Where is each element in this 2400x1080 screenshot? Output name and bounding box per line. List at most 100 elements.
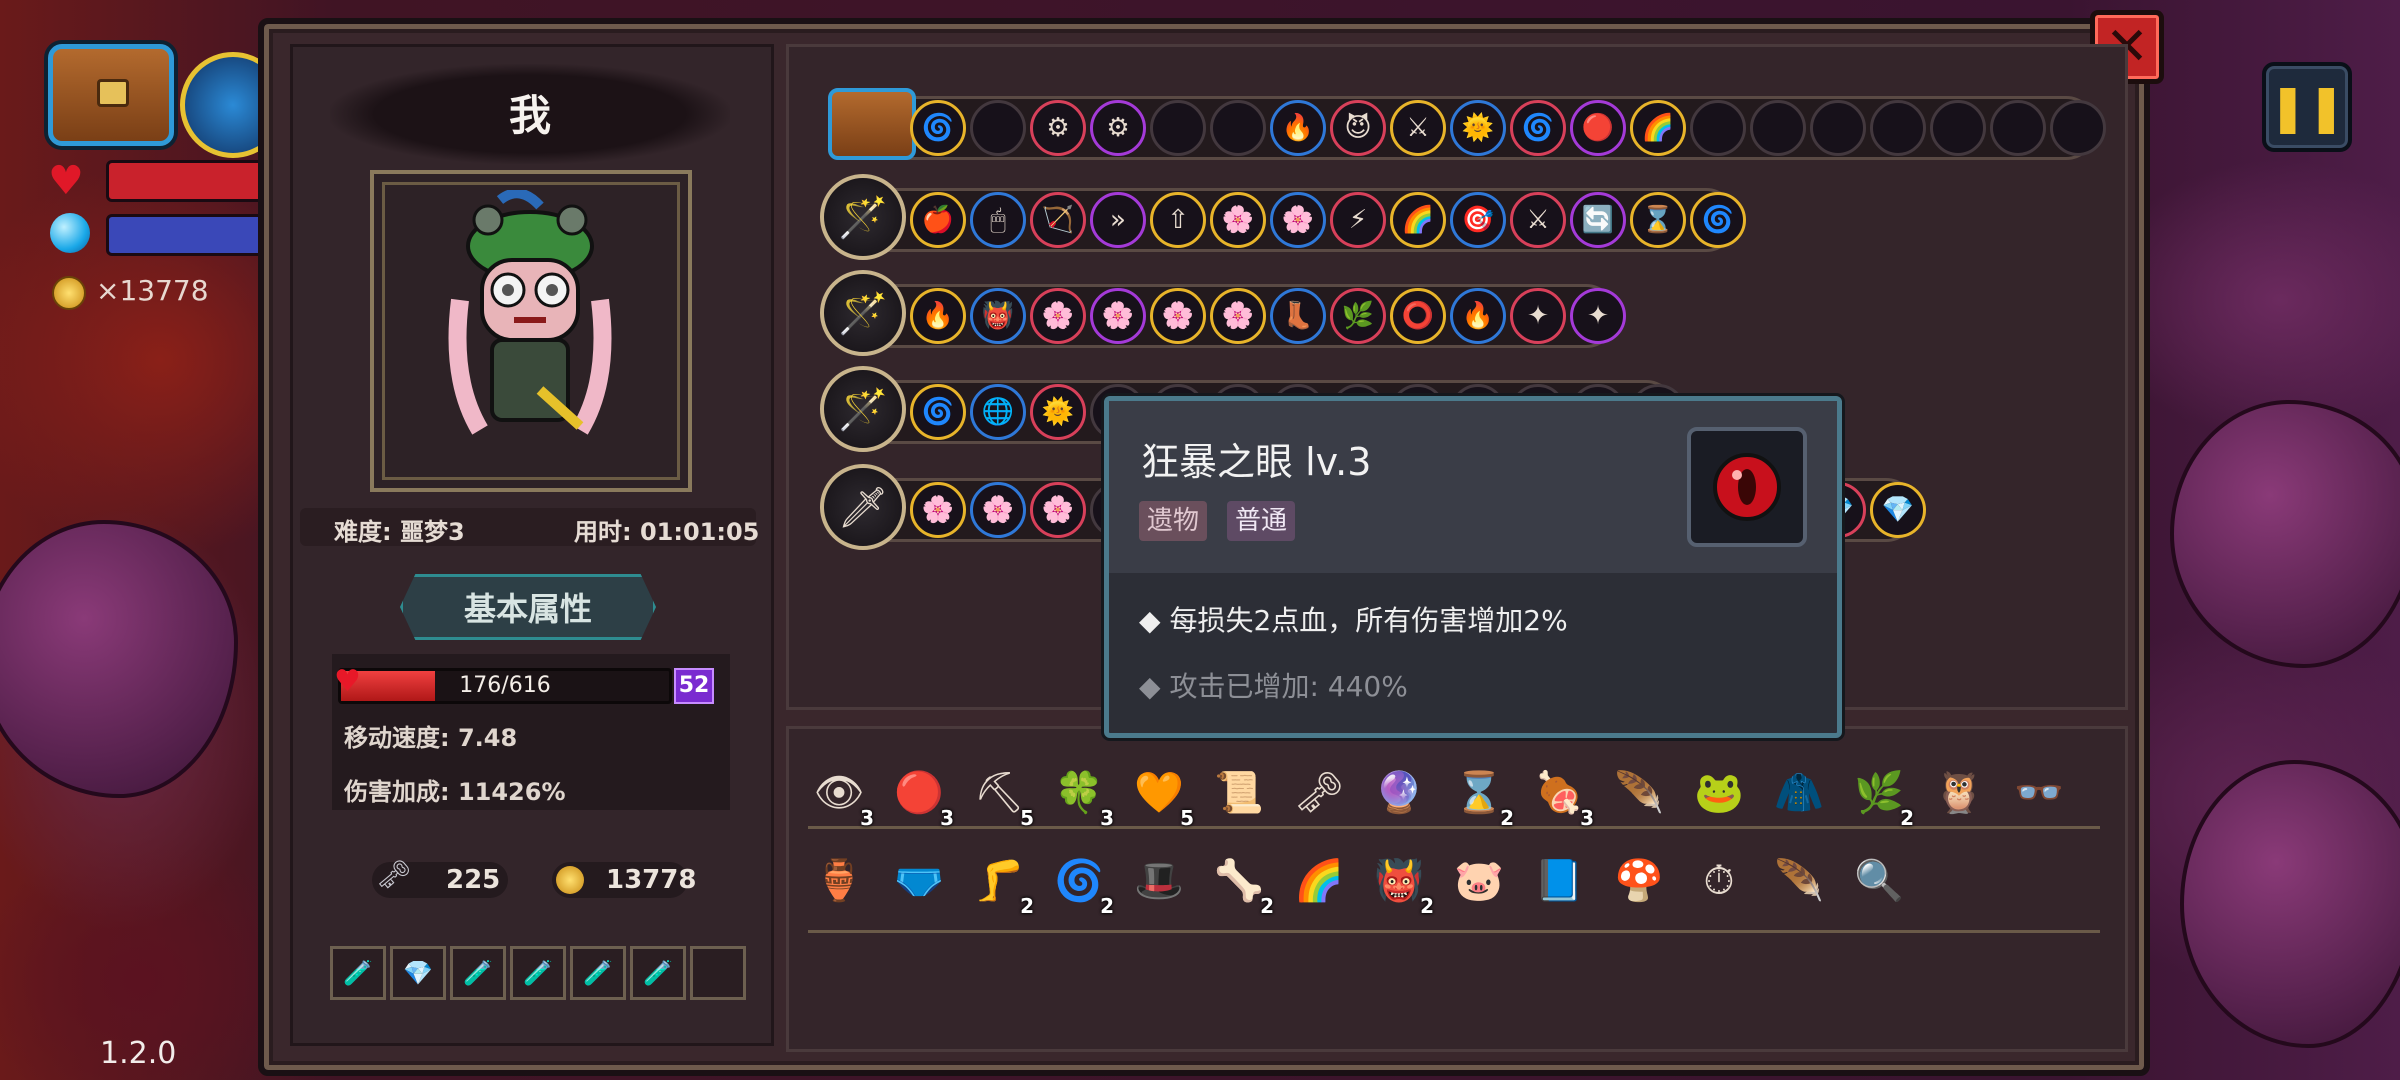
upgrade-slot[interactable]: 🌀 [910,100,966,156]
relic-icon: 🌈 [1294,858,1344,904]
relic-item[interactable]: 🪶 [1608,762,1670,824]
relic-item[interactable]: 📘 [1528,850,1590,912]
relic-item[interactable]: 🧥 [1768,762,1830,824]
relic-item[interactable]: 🌀 2 [1048,850,1114,916]
upgrade-slot[interactable]: 🌸 [1210,192,1266,248]
upgrade-slot[interactable]: 🌸 [970,482,1026,538]
empty-slot[interactable] [1150,100,1206,156]
empty-slot[interactable] [1690,100,1746,156]
empty-slot[interactable] [1870,100,1926,156]
relic-item[interactable]: 🩲 [888,850,950,912]
potion-slot[interactable]: 🧪 [450,946,506,1000]
relic-item[interactable]: 🔍 [1848,850,1910,912]
relic-item[interactable]: 👓 [2008,762,2070,824]
upgrade-slot[interactable]: 🔄 [1570,192,1626,248]
upgrade-slot[interactable]: 🌸 [1090,288,1146,344]
relic-item[interactable]: ⛏ 5 [968,762,1034,828]
upgrade-slot[interactable]: 👹 [970,288,1026,344]
pause-button[interactable]: ❚❚ [2262,62,2352,152]
upgrade-slot[interactable]: 🌈 [1390,192,1446,248]
potion-slot[interactable]: 🧪 [630,946,686,1000]
empty-slot[interactable] [1930,100,1986,156]
upgrade-slot[interactable]: 🌐 [970,384,1026,440]
upgrade-slot[interactable]: 🌸 [1150,288,1206,344]
relic-item[interactable]: 🗝 [1288,762,1350,824]
relic-item[interactable]: 👁 3 [808,762,874,828]
upgrade-slot[interactable]: ⚙ [1090,100,1146,156]
upgrade-slot[interactable]: 😈 [1330,100,1386,156]
relic-item[interactable]: 🌈 [1288,850,1350,912]
relic-item[interactable]: 👹 2 [1368,850,1434,916]
upgrade-slot[interactable]: 🏹 [1030,192,1086,248]
upgrade-slot[interactable]: 🔥 [910,288,966,344]
relic-item[interactable]: 🧡 5 [1128,762,1194,828]
relic-item[interactable]: 🔴 3 [888,762,954,828]
relic-item[interactable]: 🦴 2 [1208,850,1274,916]
empty-slot[interactable] [2050,100,2106,156]
potion-slot[interactable]: 🧪 [570,946,626,1000]
tab-basic-attributes[interactable]: 基本属性 [400,574,656,640]
relic-item[interactable]: ⌛ 2 [1448,762,1514,828]
empty-slot[interactable] [1990,100,2046,156]
potion-slot[interactable]: 🧪 [330,946,386,1000]
chest-icon[interactable] [828,88,916,160]
weapon-main-icon[interactable]: 🪄 [820,270,906,356]
upgrade-slot[interactable]: 🎯 [1450,192,1506,248]
upgrade-slot[interactable]: 🌀 [1690,192,1746,248]
potion-slot[interactable] [690,946,746,1000]
relic-item[interactable]: 🦵 2 [968,850,1034,916]
upgrade-slot[interactable]: 🌿 [1330,288,1386,344]
weapon-main-icon[interactable]: 🗡 [820,464,906,550]
relic-item[interactable]: 🔮 [1368,762,1430,824]
upgrade-slot[interactable]: 🌈 [1630,100,1686,156]
upgrade-slot[interactable]: 🌸 [1270,192,1326,248]
upgrade-slot[interactable]: 🌞 [1030,384,1086,440]
relic-item[interactable]: 🍖 3 [1528,762,1594,828]
empty-slot[interactable] [1810,100,1866,156]
upgrade-slot[interactable]: ✦ [1510,288,1566,344]
upgrade-slot[interactable]: ⇧ [1150,192,1206,248]
upgrade-slot[interactable]: » [1090,192,1146,248]
upgrade-slot[interactable]: 🖱 [970,192,1026,248]
relic-item[interactable]: 🎩 [1128,850,1190,912]
weapon-main-icon[interactable]: 🪄 [820,174,906,260]
relic-item[interactable]: 📜 [1208,762,1270,824]
upgrade-slot[interactable]: 🔥 [1450,288,1506,344]
empty-slot[interactable] [1750,100,1806,156]
upgrade-slot[interactable]: 🍎 [910,192,966,248]
relic-item[interactable]: ⏱ [1688,850,1750,912]
upgrade-slot[interactable]: 🔥 [1270,100,1326,156]
upgrade-slot[interactable]: 🔴 [1570,100,1626,156]
relic-item[interactable]: 🐸 [1688,762,1750,824]
relic-item[interactable]: 🏺 [808,850,870,912]
relic-item[interactable]: 🌿 2 [1848,762,1914,828]
potion-slot[interactable]: 💎 [390,946,446,1000]
upgrade-slot[interactable]: ⚡ [1330,192,1386,248]
relic-icon: ⏱ [1703,858,1735,904]
upgrade-slot[interactable]: 🌸 [1210,288,1266,344]
weapon-main-icon[interactable]: 🪄 [820,366,906,452]
relic-item[interactable]: 🦉 [1928,762,1990,824]
upgrade-slot[interactable]: ✦ [1570,288,1626,344]
upgrade-slot[interactable]: ⌛ [1630,192,1686,248]
upgrade-slot[interactable]: ⚙ [1030,100,1086,156]
upgrade-slot[interactable]: 🌞 [1450,100,1506,156]
relic-item[interactable]: 🍄 [1608,850,1670,912]
upgrade-slot[interactable]: 🌸 [1030,288,1086,344]
relic-item[interactable]: 🐷 [1448,850,1510,912]
upgrade-slot[interactable]: ⚔ [1390,100,1446,156]
upgrade-slot[interactable]: 👢 [1270,288,1326,344]
upgrade-slot[interactable]: 🌀 [910,384,966,440]
upgrade-slot[interactable]: 🌀 [1510,100,1566,156]
empty-slot[interactable] [970,100,1026,156]
upgrade-slot[interactable]: 💎 [1870,482,1926,538]
upgrade-slot[interactable]: ⭕ [1390,288,1446,344]
upgrade-slot[interactable]: ⚔ [1510,192,1566,248]
empty-slot[interactable] [1210,100,1266,156]
potion-slot[interactable]: 🧪 [510,946,566,1000]
inventory-chest-button[interactable] [48,44,174,146]
relic-item[interactable]: 🪶 [1768,850,1830,912]
relic-item[interactable]: 🍀 3 [1048,762,1114,828]
upgrade-slot[interactable]: 🌸 [1030,482,1086,538]
upgrade-slot[interactable]: 🌸 [910,482,966,538]
